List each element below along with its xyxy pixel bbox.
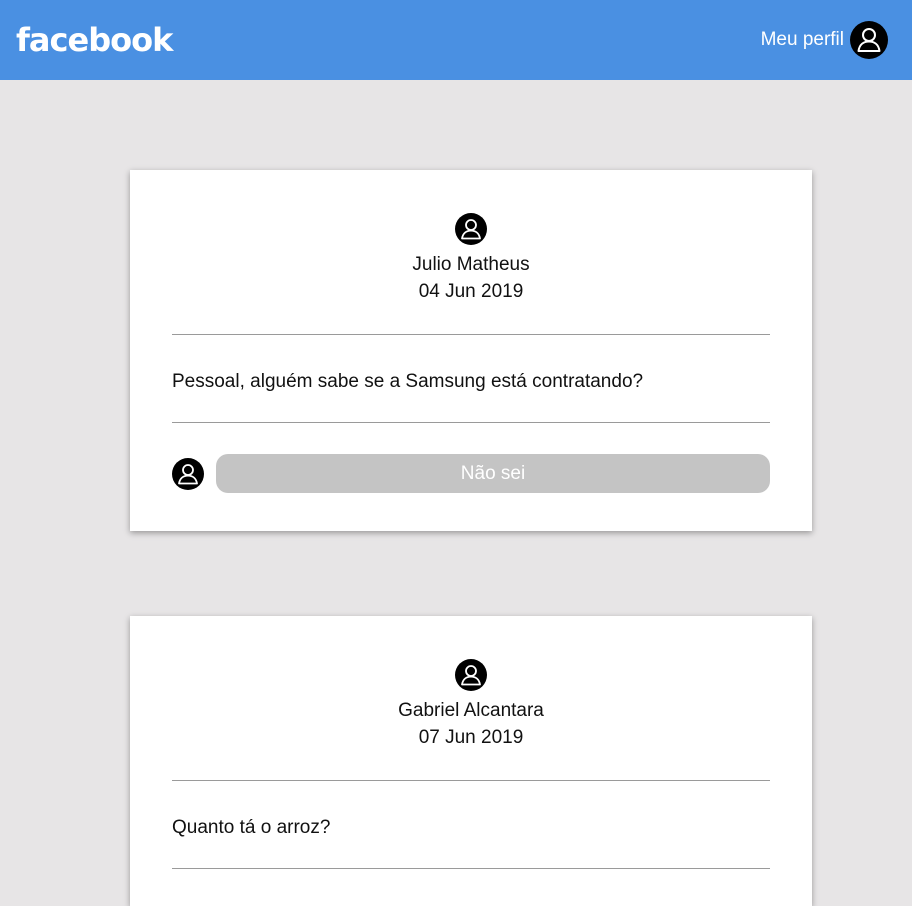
reply-comment[interactable]: Não sei <box>216 454 770 493</box>
post-content: Pessoal, alguém sabe se a Samsung está c… <box>172 371 644 392</box>
top-navigation-bar: facebook Meu perfil <box>0 0 912 80</box>
facebook-logo[interactable]: facebook <box>16 24 173 56</box>
user-avatar-icon <box>172 457 204 490</box>
post-card: Gabriel Alcantara 07 Jun 2019 Quanto tá … <box>130 616 812 906</box>
my-profile-link[interactable]: Meu perfil <box>761 21 888 59</box>
post-content: Quanto tá o arroz? <box>172 817 331 838</box>
post-card: Julio Matheus 04 Jun 2019 Pessoal, algué… <box>130 170 812 531</box>
post-author-name[interactable]: Julio Matheus <box>412 251 529 278</box>
my-profile-label: Meu perfil <box>760 29 844 50</box>
divider <box>172 868 770 869</box>
user-avatar-icon[interactable] <box>455 659 487 691</box>
post-header: Julio Matheus 04 Jun 2019 <box>172 170 770 305</box>
user-avatar-icon[interactable] <box>850 21 888 59</box>
reply-row: Não sei <box>172 454 770 493</box>
user-avatar-icon[interactable] <box>455 213 487 245</box>
post-header: Gabriel Alcantara 07 Jun 2019 <box>172 616 770 751</box>
post-date: 07 Jun 2019 <box>418 727 524 748</box>
post-date: 04 Jun 2019 <box>418 281 524 302</box>
post-author-name[interactable]: Gabriel Alcantara <box>398 697 544 724</box>
divider <box>172 422 770 423</box>
